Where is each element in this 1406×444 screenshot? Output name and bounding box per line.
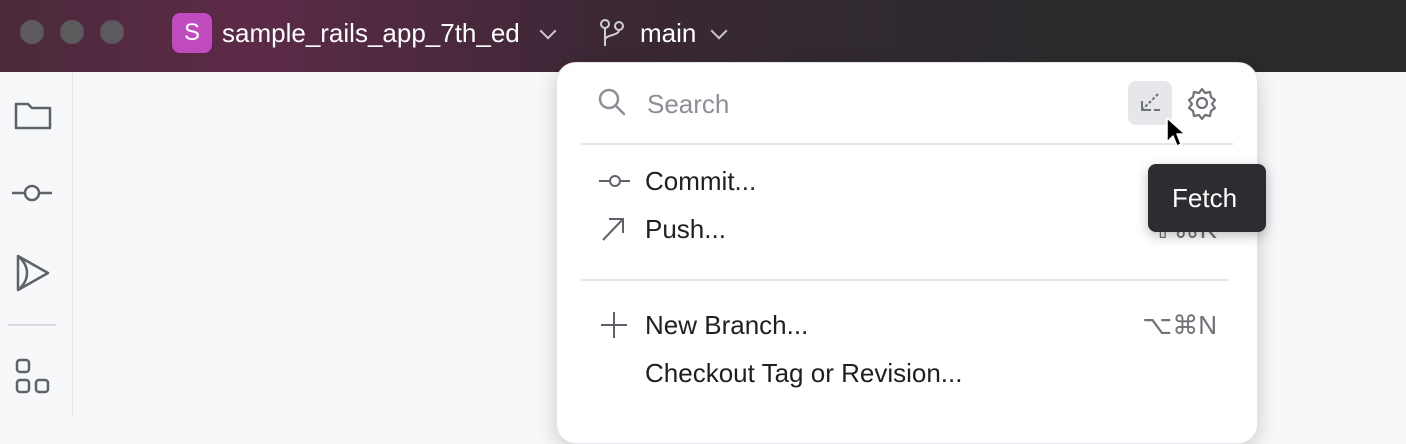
commit-icon[interactable] <box>12 172 54 214</box>
run-play-icon[interactable] <box>12 252 54 294</box>
fetch-tooltip: Fetch <box>1148 164 1266 232</box>
branch-icon[interactable] <box>598 18 626 48</box>
mouse-pointer-icon <box>1166 117 1186 147</box>
tooltip-text: Fetch <box>1172 183 1238 213</box>
menu-item-shortcut: ⌥⌘N <box>1142 310 1217 340</box>
project-name[interactable]: sample_rails_app_7th_ed <box>222 16 520 50</box>
menu-item-label: Checkout Tag or Revision... <box>645 358 963 388</box>
tool-strip-divider <box>8 324 56 326</box>
push-arrow-icon <box>602 218 624 241</box>
branch-chevron-down-icon[interactable] <box>710 22 728 40</box>
popup-separator <box>581 279 1229 281</box>
menu-item-label: Push... <box>645 214 726 244</box>
menu-item-label: New Branch... <box>645 310 809 340</box>
tool-window-strip <box>0 72 73 416</box>
window-minimize-button[interactable] <box>60 20 84 44</box>
search-icon <box>598 88 626 116</box>
window-close-button[interactable] <box>20 20 44 44</box>
plus-icon <box>601 312 627 338</box>
menu-item-checkout-tag[interactable]: Checkout Tag or Revision... <box>557 351 1257 395</box>
branch-name[interactable]: main <box>640 16 696 50</box>
menu-item-label: Commit... <box>645 166 757 196</box>
folder-icon[interactable] <box>12 94 54 136</box>
structure-icon[interactable] <box>12 356 54 398</box>
project-chevron-down-icon[interactable] <box>539 22 557 40</box>
popup-separator <box>581 143 1233 145</box>
vcs-branches-popup: Commit... Push... ⇧⌘K New Branch... ⌥⌘N … <box>556 62 1258 444</box>
project-badge[interactable]: S <box>172 13 212 53</box>
commit-icon <box>599 175 630 187</box>
menu-item-new-branch[interactable]: New Branch... ⌥⌘N <box>557 303 1257 347</box>
window-zoom-button[interactable] <box>100 20 124 44</box>
gear-icon[interactable] <box>1184 85 1220 121</box>
search-input[interactable] <box>645 85 1069 123</box>
